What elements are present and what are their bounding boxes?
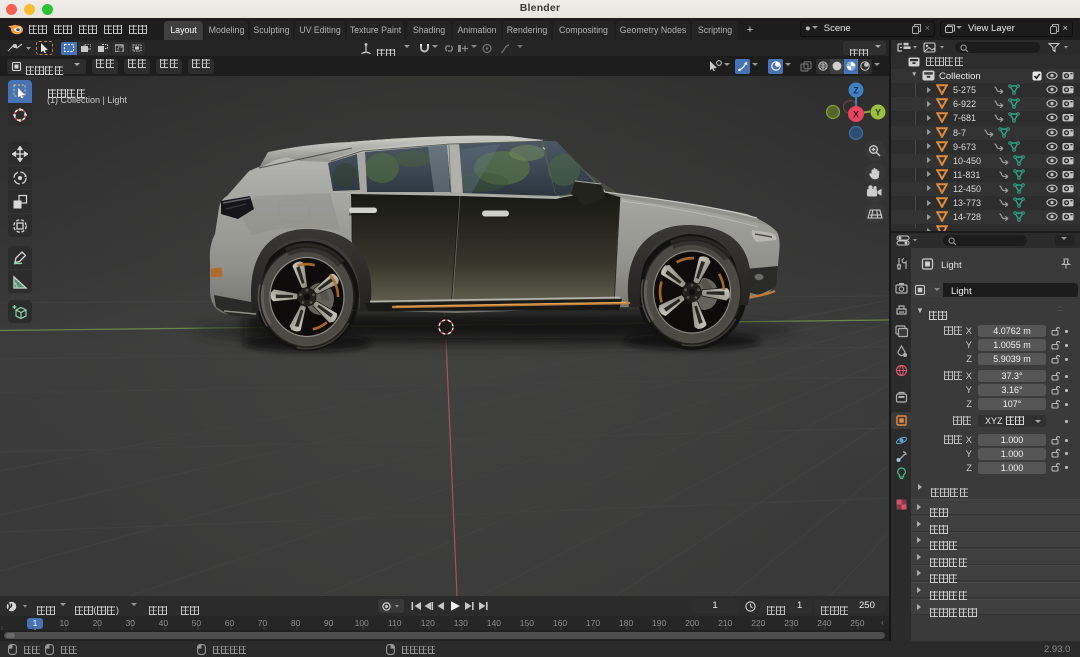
svg-text:X: X (853, 110, 859, 120)
svg-text:Y: Y (875, 108, 881, 118)
svg-text:Z: Z (853, 86, 859, 96)
